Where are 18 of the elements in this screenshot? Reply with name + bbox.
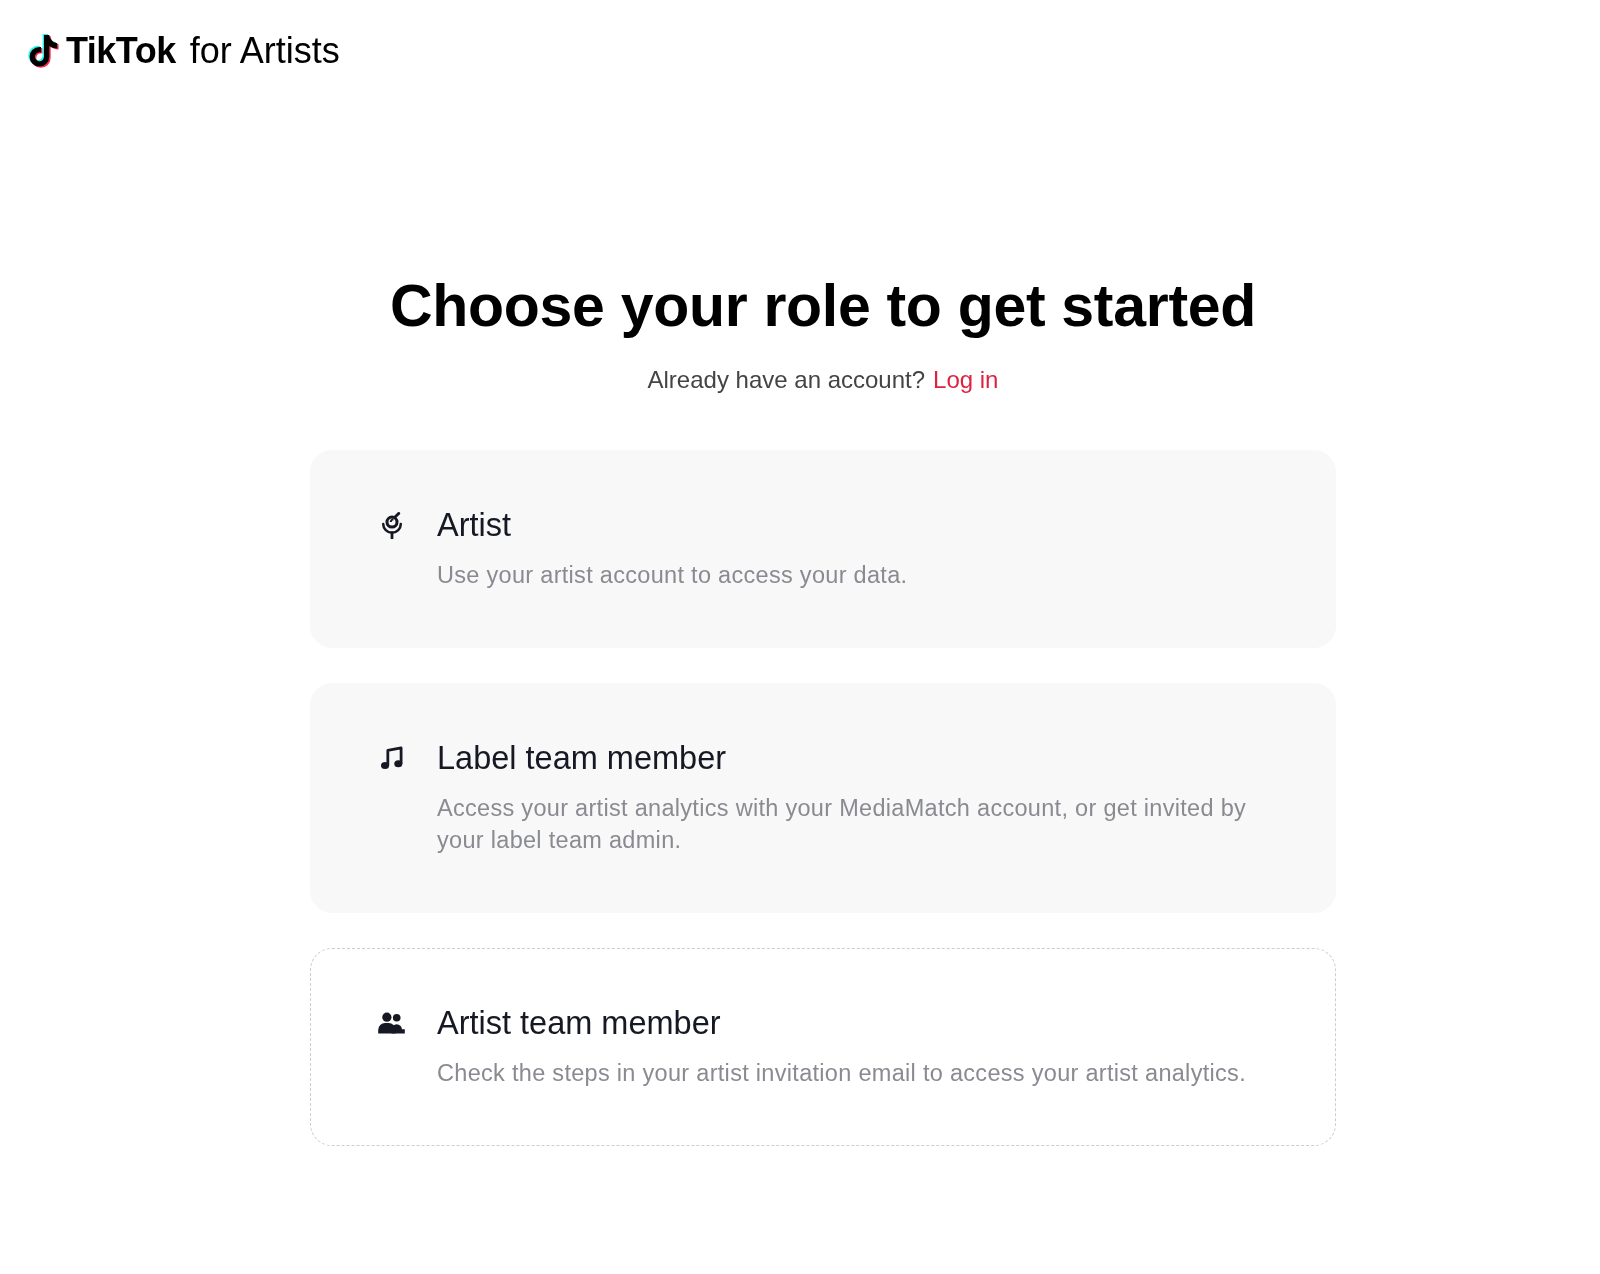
role-description: Access your artist analytics with your MediaMatch account, or get invited by your label team admin.	[437, 794, 1248, 855]
role-option-card[interactable]: Artist Use your artist account to access your data.	[310, 450, 1336, 648]
product-name: for Artists	[189, 30, 340, 72]
login-link[interactable]: Log in	[933, 364, 999, 396]
role-title: Artist	[437, 506, 513, 544]
microphone-icon	[380, 511, 403, 539]
role-title: Artist team member	[437, 1004, 722, 1042]
page-heading: Choose your role to get started	[390, 272, 1256, 341]
role-title: Label team member	[437, 739, 728, 777]
music-note-logo-icon	[28, 32, 60, 70]
brand-name: TikTok	[66, 30, 176, 72]
role-option-card[interactable]: Artist team member Check the steps in your artist invitation email to access your artist analytics.	[310, 948, 1336, 1146]
role-description: Check the steps in your artist invitation email to access your artist analytics.	[437, 1059, 1247, 1088]
role-description: Use your artist account to access your data.	[437, 561, 909, 590]
people-icon	[378, 1012, 405, 1034]
music-note-icon	[379, 746, 404, 770]
login-prompt-text: Already have an account?	[647, 365, 926, 395]
role-option-card[interactable]: Label team member Access your artist analytics with your MediaMatch account, or get invited by your label team admin.	[310, 683, 1336, 913]
